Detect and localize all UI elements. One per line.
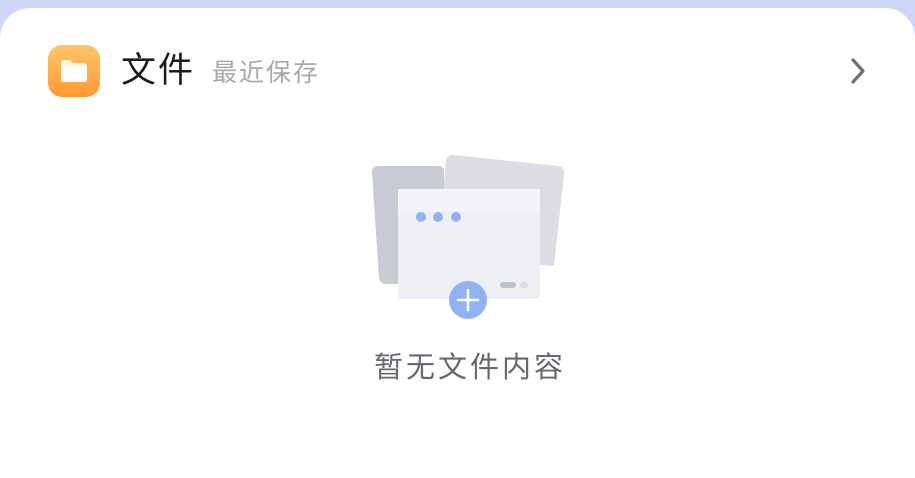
folder-icon	[48, 45, 100, 97]
chevron-right-icon[interactable]	[843, 56, 873, 86]
files-widget-card[interactable]: 文件 最近保存 暂无文件内容	[0, 8, 915, 478]
widget-title: 文件	[121, 51, 196, 91]
empty-folder-illustration	[368, 154, 568, 319]
empty-state-message: 暂无文件内容	[373, 350, 566, 384]
widget-subtitle: 最近保存	[212, 58, 321, 87]
